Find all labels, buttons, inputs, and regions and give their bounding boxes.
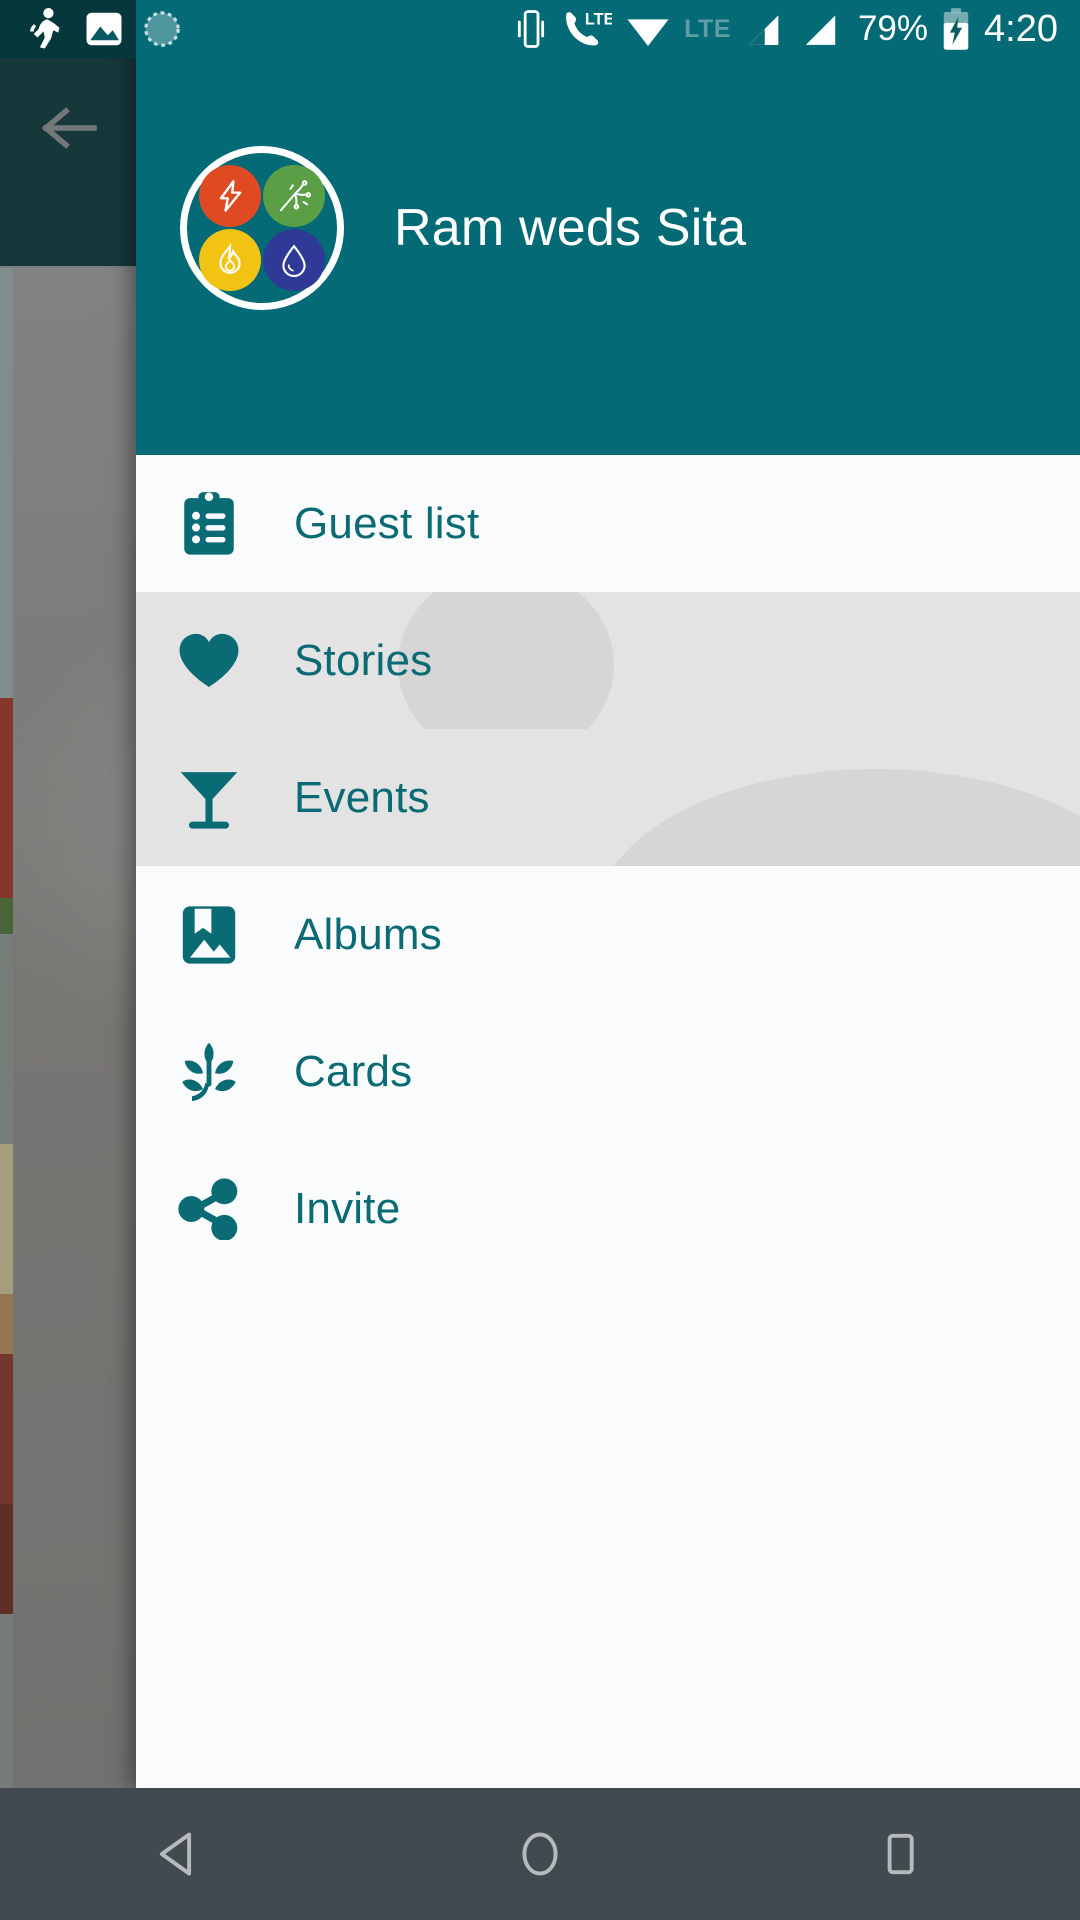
running-person-icon [30, 7, 60, 49]
nav-back-triangle-icon [159, 1832, 192, 1876]
drawer-item-invite[interactable]: Invite [136, 1140, 1080, 1277]
system-status-icons: LTE LTE 79% 4:20 [515, 0, 1058, 58]
sparkler-firework-badge [263, 164, 325, 227]
drawer-header: Ram weds Sita [136, 0, 1080, 455]
drawer-menu-list: Guest list Stories Events Albums Cards I… [136, 455, 1080, 1277]
drawer-item-guest-list[interactable]: Guest list [136, 455, 1080, 592]
drawer-item-label: Cards [294, 1046, 413, 1096]
drawer-item-label: Albums [294, 909, 442, 959]
drawer-item-label: Events [294, 772, 430, 822]
drawer-item-label: Guest list [294, 498, 480, 548]
navigation-drawer: Ram weds Sita Guest list Stories Events … [136, 0, 1080, 1788]
leaf-branch-icon [164, 1038, 254, 1106]
clipboard-list-icon [164, 491, 254, 557]
lte-dim-icon: LTE [684, 14, 731, 43]
photo-album-icon [164, 904, 254, 966]
notification-icons [0, 7, 182, 51]
battery-charging-icon [943, 8, 969, 50]
sync-progress-icon [144, 11, 180, 47]
back-arrow-icon [42, 107, 97, 149]
android-nav-bar [0, 1788, 1080, 1920]
flame-icon [219, 242, 241, 274]
nav-back-button[interactable] [90, 1788, 270, 1920]
nav-recents-square-icon [887, 1833, 914, 1875]
photo-icon [86, 12, 122, 46]
back-button[interactable] [38, 98, 102, 158]
water-drop-badge [263, 228, 325, 291]
signal-sim2-icon [805, 15, 836, 45]
lightning-bolt-badge [199, 164, 261, 227]
status-bar[interactable]: LTE LTE 79% 4:20 [0, 0, 1080, 58]
drawer-item-stories[interactable]: Stories [136, 592, 1080, 729]
page-title: Ram weds Sita [394, 198, 747, 257]
nav-home-circle-icon [522, 1832, 558, 1876]
lightning-bolt-icon [219, 179, 242, 212]
drawer-item-albums[interactable]: Albums [136, 866, 1080, 1003]
drawer-item-cards[interactable]: Cards [136, 1003, 1080, 1140]
heart-icon [164, 631, 254, 691]
drawer-item-label: Invite [294, 1183, 401, 1233]
signal-sim1-icon [748, 15, 779, 45]
wifi-icon [627, 19, 669, 46]
share-icon [164, 1177, 254, 1240]
ripple-overlay [596, 769, 1080, 866]
phone-screen: Ram weds Sita Guest list Stories Events … [0, 0, 1080, 1920]
vibrate-icon [518, 10, 545, 48]
drawer-item-label: Stories [294, 635, 433, 685]
nav-home-button[interactable] [450, 1788, 630, 1920]
event-avatar[interactable] [180, 145, 344, 310]
volte-call-icon: LTE [566, 10, 612, 46]
sparkler-firework-icon [279, 179, 312, 211]
cocktail-glass-icon [164, 765, 254, 831]
water-drop-icon [282, 244, 306, 277]
drawer-item-events[interactable]: Events [136, 729, 1080, 866]
flame-badge [199, 228, 261, 291]
nav-recents-button[interactable] [810, 1788, 990, 1920]
svg-text:LTE: LTE [585, 10, 612, 28]
clock-label: 4:20 [984, 7, 1058, 50]
battery-percent-label: 79% [857, 9, 929, 48]
